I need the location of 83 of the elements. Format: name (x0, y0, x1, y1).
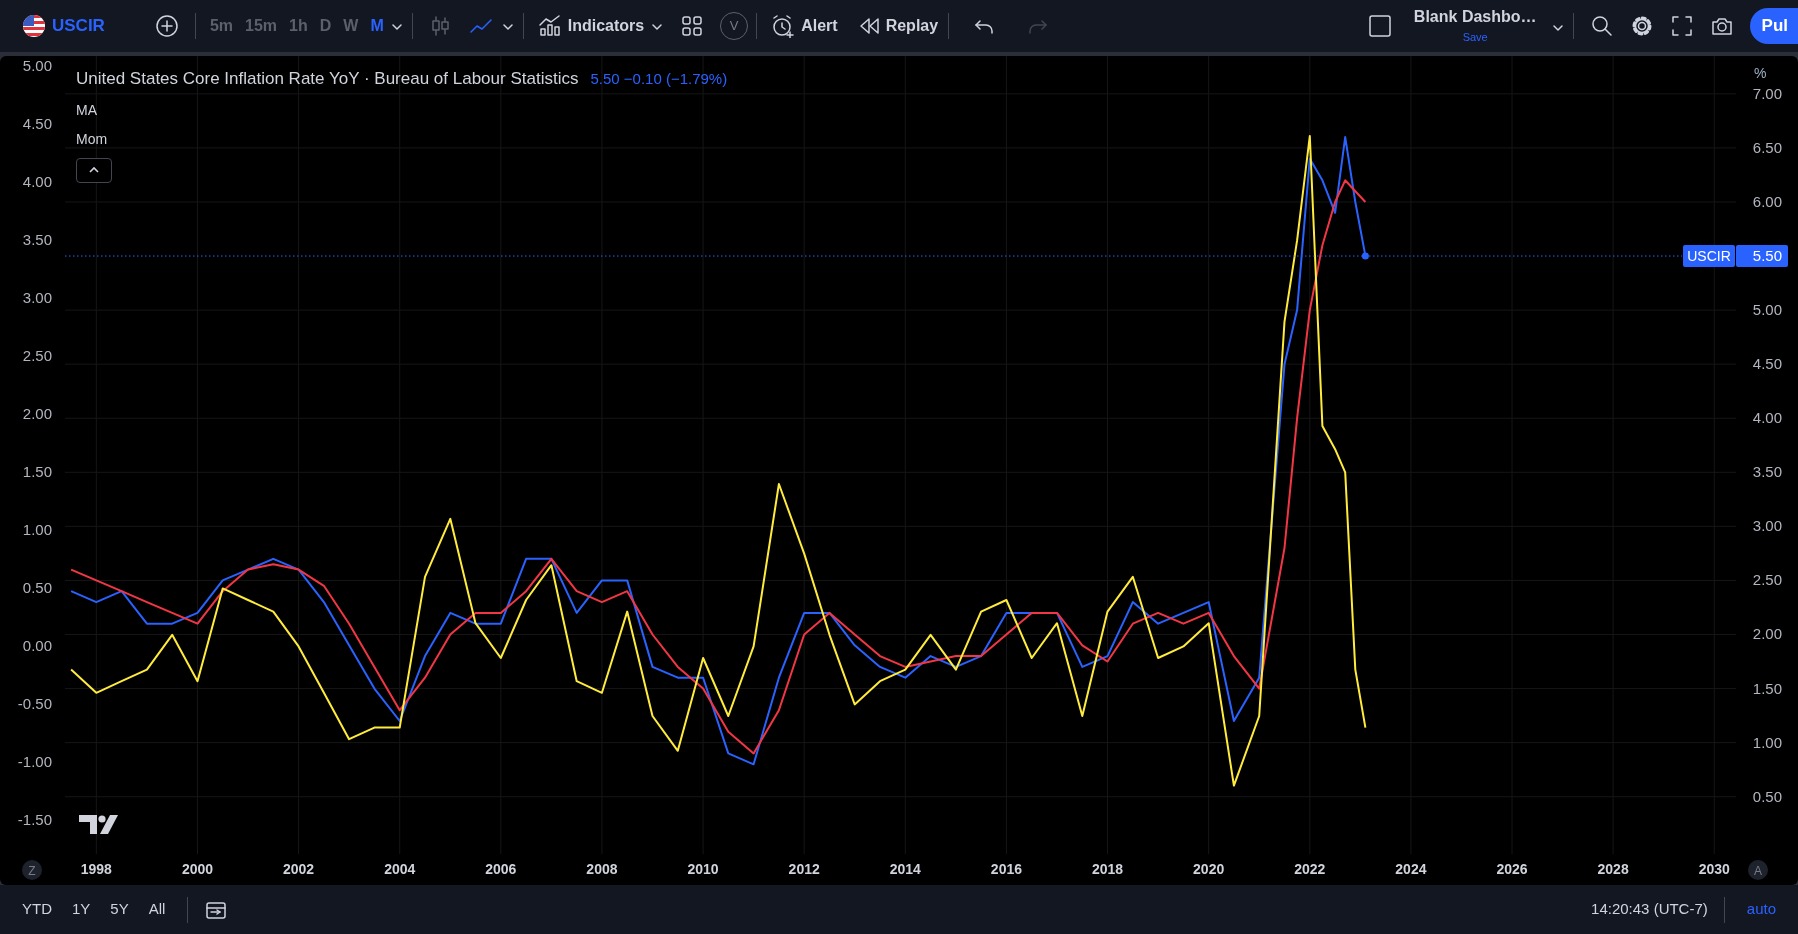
axis-label: 3.00 (1752, 517, 1782, 535)
range-button[interactable]: All (142, 894, 172, 925)
collapse-button[interactable] (76, 157, 112, 183)
axis-label: 2024 (1395, 861, 1427, 877)
interval-tab[interactable]: D (313, 10, 338, 42)
price-change: 5.50 −0.10 (−1.79%) (590, 70, 728, 87)
interval-tab[interactable]: W (337, 10, 365, 42)
axis-label: 2.50 (1752, 571, 1782, 589)
axis-label: 4.50 (22, 115, 52, 133)
axis-label: 2010 (687, 861, 719, 877)
axis-label: 2026 (1496, 861, 1528, 877)
axis-label: 2020 (1193, 861, 1225, 877)
square-icon[interactable] (1367, 14, 1392, 38)
axis-label: 2002 (283, 861, 315, 877)
indicators-button[interactable]: Indicators (531, 10, 651, 42)
axis-label: 5.00 (22, 57, 52, 75)
range-button[interactable]: YTD (16, 894, 58, 925)
axis-label: 2030 (1698, 861, 1730, 877)
alert-button[interactable]: Alert (765, 10, 844, 42)
axis-label: 4.00 (22, 173, 52, 191)
alarm-clock-icon (771, 14, 796, 38)
axis-label: 7.00 (1752, 84, 1782, 102)
axis-label: 4.50 (1752, 355, 1782, 373)
axis-label: 6.00 (1752, 193, 1782, 210)
chart-title: United States Core Inflation Rate YoY · Bureau of Labour Statistics (76, 69, 579, 88)
symbol-button[interactable]: USCIR (16, 9, 111, 43)
axis-label: 3.50 (1752, 463, 1782, 481)
axis-label: 2012 (788, 861, 820, 877)
range-button[interactable]: 5Y (104, 894, 135, 925)
clock-time: 14:20:43 (UTC-7) (1591, 899, 1708, 920)
interval-tab[interactable]: 15m (239, 10, 284, 42)
axis-label: 5.00 (1752, 301, 1782, 319)
axis-label: 2022 (1294, 861, 1326, 877)
axis-label: -1.00 (17, 753, 52, 771)
replay-button[interactable]: Replay (851, 10, 945, 42)
axis-label: 1.50 (1752, 679, 1782, 697)
indicator-label[interactable]: MA (76, 101, 97, 118)
scale-button[interactable]: Z (22, 860, 42, 880)
axis-label: 2000 (181, 861, 214, 877)
fullscreen-icon[interactable] (1669, 14, 1694, 39)
add-icon[interactable] (154, 14, 179, 38)
axis-label: 1998 (80, 861, 112, 877)
axis-label: 0.50 (22, 579, 52, 597)
axis-label: 0.50 (1752, 787, 1782, 805)
axis-label: 2.00 (22, 405, 52, 423)
range-button[interactable]: 1Y (66, 894, 97, 925)
axis-label: 2016 (990, 861, 1022, 877)
axis-label: 6.50 (1752, 138, 1782, 156)
axis-label: -0.50 (17, 695, 52, 713)
last-value-dot (1361, 252, 1369, 260)
auto-scale-button[interactable]: auto (1740, 894, 1782, 925)
interval-tab[interactable]: M (364, 10, 390, 42)
axis-label: 2.50 (22, 347, 52, 365)
axis-label: -1.50 (17, 811, 52, 829)
price-tag: 5.50 (1736, 245, 1788, 268)
axis-label: 2.00 (1752, 625, 1782, 643)
chart-bars-icon (537, 14, 562, 38)
axis-label: 1.00 (22, 521, 52, 539)
axis-label: 4.00 (1752, 409, 1782, 427)
axis-label: 2006 (485, 861, 517, 877)
axis-label: 1.00 (1752, 733, 1782, 751)
axis-label: 2008 (586, 861, 618, 877)
axis-unit: % (1754, 65, 1767, 81)
publish-button[interactable]: Pul (1749, 8, 1798, 44)
symbol-tag: USCIR (1683, 245, 1735, 268)
axis-label: 2004 (384, 861, 416, 877)
axis-label: 2028 (1597, 861, 1629, 877)
scale-button[interactable]: A (1748, 860, 1768, 880)
axis-label: 0.00 (22, 637, 52, 655)
axis-label: 2018 (1091, 861, 1124, 877)
logo (79, 815, 118, 834)
grid-icon[interactable] (680, 14, 705, 39)
interval-tab[interactable]: 5m (203, 10, 240, 42)
search-icon[interactable] (1589, 14, 1614, 39)
axis-label: 1.50 (22, 463, 52, 481)
axis-label: 3.50 (22, 231, 52, 249)
axis-label: 2014 (889, 861, 921, 877)
flag-icon (22, 14, 46, 38)
interval-tab[interactable]: 1h (283, 10, 314, 42)
layout-button[interactable]: Blank Dashbo… Save (1407, 4, 1543, 48)
indicator-label[interactable]: Mom (76, 130, 108, 147)
axis-label: 3.00 (22, 289, 52, 307)
caret-icon (88, 166, 100, 174)
